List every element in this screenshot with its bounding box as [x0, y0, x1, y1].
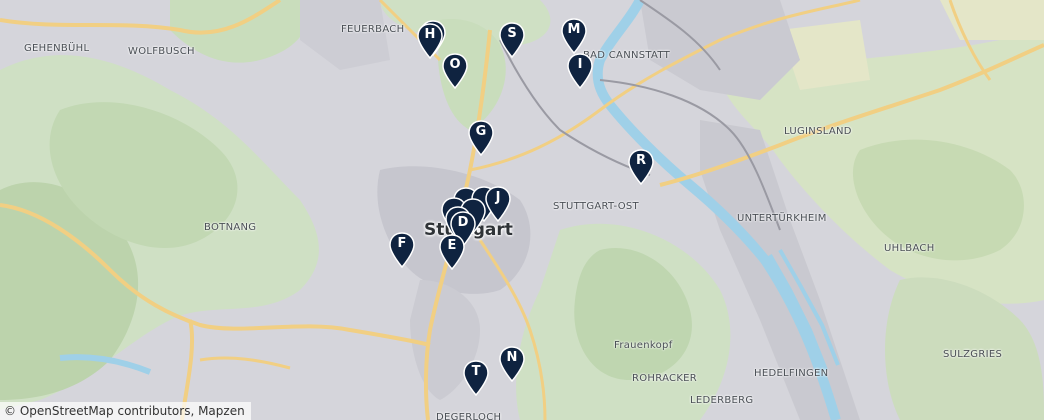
marker-label: D [457, 215, 469, 230]
map-attribution[interactable]: © OpenStreetMap contributors, Mapzen [0, 402, 251, 420]
marker-label: E [447, 238, 457, 253]
marker-label: H [424, 27, 436, 42]
marker-label: M [567, 22, 581, 37]
map-marker-i[interactable]: I [566, 53, 594, 89]
place-label-hedelfingen: HEDELFINGEN [754, 368, 829, 379]
map-marker-r[interactable]: R [627, 149, 655, 185]
place-label-degerloch: DEGERLOCH [436, 412, 502, 420]
marker-label: F [397, 236, 407, 251]
map-marker-m[interactable]: M [560, 18, 588, 54]
place-label-feuerbach: FEUERBACH [341, 24, 405, 35]
marker-label: J [495, 190, 501, 205]
place-label-sulzgries: SULZGRIES [943, 349, 1003, 360]
marker-label: G [475, 124, 487, 139]
place-label-stuttgart-ost: STUTTGART-OST [553, 201, 639, 212]
marker-label: I [577, 57, 583, 72]
map-marker-j[interactable]: J [484, 186, 512, 222]
marker-label: S [507, 26, 517, 41]
marker-label: R [635, 153, 646, 168]
place-label-botnang: BOTNANG [204, 222, 257, 233]
place-label-untertuerkheim: UNTERTÜRKHEIM [737, 213, 827, 224]
map-marker-g[interactable]: G [467, 120, 495, 156]
map-marker-n[interactable]: N [498, 346, 526, 382]
marker-label: N [506, 350, 518, 365]
map-marker-e[interactable]: E [438, 234, 466, 270]
place-label-luginsland: LUGINSLAND [784, 126, 852, 137]
place-label-wolfbusch: WOLFBUSCH [128, 46, 195, 57]
place-label-uhlbach: UHLBACH [884, 243, 935, 254]
map-marker-o[interactable]: O [441, 53, 469, 89]
place-label-gehenbuehl: GEHENBÜHL [24, 43, 90, 54]
map-marker-s[interactable]: S [498, 22, 526, 58]
place-label-lederberg: LEDERBERG [690, 395, 754, 406]
place-label-bad-cannstatt: BAD CANNSTATT [583, 50, 671, 61]
marker-label: O [449, 57, 461, 72]
map-marker-f[interactable]: F [388, 232, 416, 268]
marker-label: T [471, 364, 481, 379]
place-label-rohracker: ROHRACKER [632, 373, 698, 384]
place-label-frauenkopf: Frauenkopf [614, 340, 673, 351]
map-marker-t[interactable]: T [462, 360, 490, 396]
map-marker-h[interactable]: H [416, 23, 444, 59]
map-view[interactable]: GEHENBÜHL WOLFBUSCH FEUERBACH BAD CANNST… [0, 0, 1044, 420]
